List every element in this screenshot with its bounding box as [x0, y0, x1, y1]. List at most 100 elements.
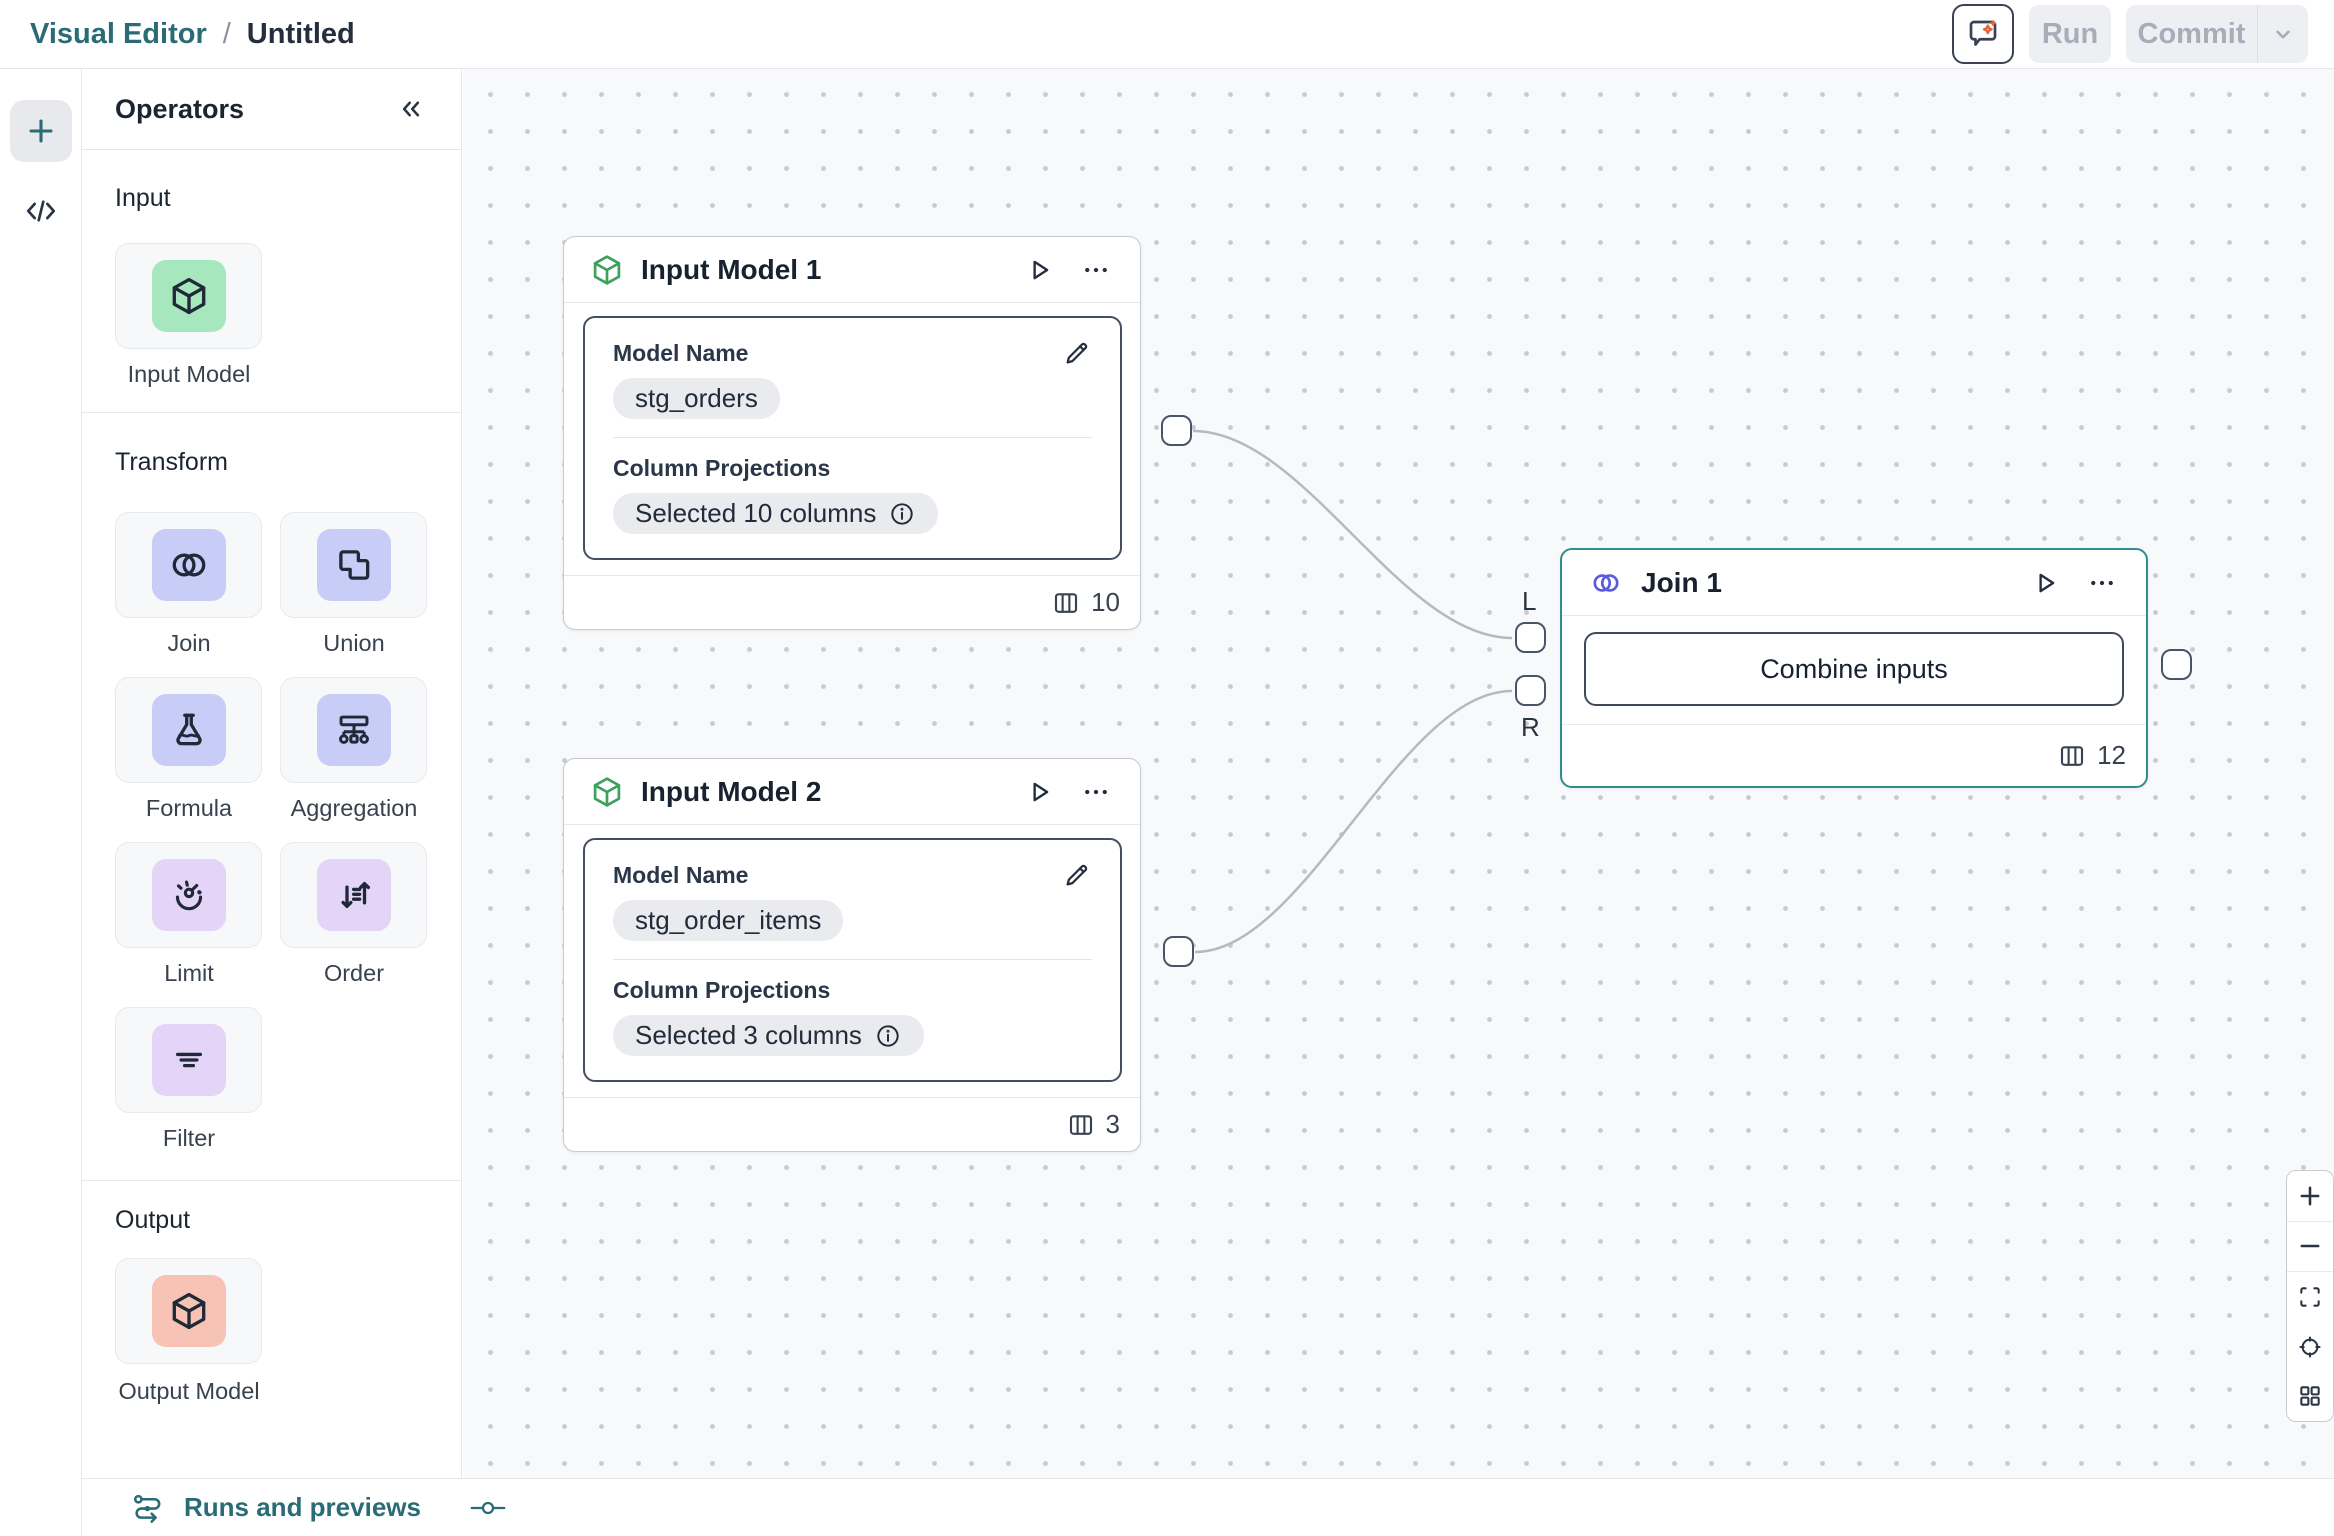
center-target-button[interactable]	[2287, 1322, 2333, 1372]
play-icon[interactable]	[1019, 250, 1059, 290]
cube-icon	[152, 1275, 226, 1347]
commit-dropdown-button[interactable]	[2258, 21, 2308, 47]
node-join-1[interactable]: Join 1 Combine inputs 12	[1560, 548, 2148, 788]
panel-resize-toggle-icon[interactable]	[467, 1494, 509, 1522]
column-projections-label: Column Projections	[613, 453, 830, 483]
more-menu-icon[interactable]	[1076, 250, 1116, 290]
run-button[interactable]: Run	[2029, 5, 2111, 63]
cube-icon	[590, 775, 624, 809]
page-title: Untitled	[247, 18, 355, 51]
info-icon[interactable]	[888, 500, 916, 528]
union-shapes-icon	[317, 529, 391, 601]
operator-filter[interactable]	[115, 1007, 262, 1113]
ai-assistant-button[interactable]	[1952, 4, 2014, 64]
header-actions: Run Commit	[1952, 4, 2308, 64]
section-divider	[82, 1180, 462, 1181]
join-circles-icon	[1588, 567, 1624, 599]
cube-icon	[152, 260, 226, 332]
zoom-in-button[interactable]	[2287, 1171, 2333, 1221]
operator-order[interactable]	[280, 842, 427, 948]
operator-join[interactable]	[115, 512, 262, 618]
operator-label: Formula	[109, 795, 269, 822]
info-icon[interactable]	[874, 1022, 902, 1050]
section-label-output: Output	[115, 1206, 190, 1235]
canvas-controls	[2286, 1170, 2334, 1422]
edit-pencil-icon[interactable]	[1062, 338, 1092, 368]
projections-row: Column Projections	[613, 453, 1092, 483]
operators-panel-title: Operators	[115, 94, 244, 125]
edit-pencil-icon[interactable]	[1062, 860, 1092, 890]
operator-label: Filter	[109, 1125, 269, 1152]
operator-input-model[interactable]	[115, 243, 262, 349]
collapse-panel-button[interactable]	[396, 94, 426, 124]
code-icon	[22, 194, 60, 228]
top-header: Visual Editor / Untitled Run Commi	[0, 0, 2334, 69]
node-header: Input Model 1	[564, 237, 1140, 303]
play-icon[interactable]	[1019, 772, 1059, 812]
commit-split-button: Commit	[2126, 5, 2308, 63]
operator-label: Output Model	[109, 1378, 269, 1405]
node-header: Join 1	[1562, 550, 2146, 616]
field-divider	[613, 437, 1092, 438]
node-input-model-1[interactable]: Input Model 1 Model Name	[563, 236, 1141, 630]
commit-button[interactable]: Commit	[2126, 18, 2257, 51]
node-title: Input Model 2	[641, 776, 1002, 808]
filter-lines-icon	[152, 1024, 226, 1096]
operator-label: Limit	[109, 960, 269, 987]
column-count: 10	[1091, 587, 1120, 618]
zoom-out-button[interactable]	[2287, 1222, 2333, 1272]
model-name-row: Model Name	[613, 338, 1092, 368]
model-name-label: Model Name	[613, 338, 748, 368]
column-projections-label: Column Projections	[613, 975, 830, 1005]
play-icon[interactable]	[2025, 563, 2065, 603]
projections-value: Selected 10 columns	[635, 498, 876, 529]
join-right-port-label: R	[1521, 712, 1540, 743]
minimap-grid-button[interactable]	[2287, 1371, 2333, 1421]
combine-inputs-button[interactable]: Combine inputs	[1584, 632, 2124, 706]
node-body: Combine inputs	[1562, 616, 2146, 724]
input-port-join-right[interactable]	[1515, 675, 1546, 706]
input-port-join-left[interactable]	[1515, 622, 1546, 653]
projections-value-pill[interactable]: Selected 10 columns	[613, 493, 938, 534]
visual-editor-app: Visual Editor / Untitled Run Commi	[0, 0, 2334, 1536]
column-count: 12	[2097, 740, 2126, 771]
operator-aggregation[interactable]	[280, 677, 427, 783]
column-count: 3	[1106, 1109, 1120, 1140]
code-view-button[interactable]	[21, 191, 61, 231]
section-label-transform: Transform	[115, 448, 228, 477]
node-config-card: Model Name stg_orders Column Projections	[583, 316, 1122, 560]
sparkle-chat-icon	[1965, 16, 2001, 52]
more-menu-icon[interactable]	[2082, 563, 2122, 603]
breadcrumb: Visual Editor / Untitled	[30, 18, 355, 51]
projections-row: Column Projections	[613, 975, 1092, 1005]
output-port-input-model-2[interactable]	[1163, 936, 1194, 967]
fit-view-button[interactable]	[2287, 1272, 2333, 1322]
columns-icon	[2057, 741, 2087, 771]
output-port-input-model-1[interactable]	[1161, 415, 1192, 446]
output-port-join[interactable]	[2161, 649, 2192, 680]
left-rail	[0, 69, 82, 1536]
node-config-card: Model Name stg_order_items Column Projec…	[583, 838, 1122, 1082]
breadcrumb-app-link[interactable]: Visual Editor	[30, 18, 207, 51]
node-input-model-2[interactable]: Input Model 2 Model Name	[563, 758, 1141, 1152]
node-footer: 12	[1562, 724, 2146, 786]
gauge-icon	[152, 859, 226, 931]
add-operator-button[interactable]	[10, 100, 72, 162]
model-name-value-pill[interactable]: stg_orders	[613, 378, 780, 419]
field-divider	[613, 959, 1092, 960]
model-name-value-pill[interactable]: stg_order_items	[613, 900, 843, 941]
projections-value-pill[interactable]: Selected 3 columns	[613, 1015, 924, 1056]
node-header: Input Model 2	[564, 759, 1140, 825]
operator-output-model[interactable]	[115, 1258, 262, 1364]
join-left-port-label: L	[1522, 586, 1536, 617]
runs-and-previews-label[interactable]: Runs and previews	[184, 1492, 421, 1523]
runs-and-previews-bar[interactable]: Runs and previews	[82, 1478, 2334, 1536]
operators-panel: Operators Input Input Model Transform	[82, 69, 462, 1478]
columns-icon	[1066, 1110, 1096, 1140]
more-menu-icon[interactable]	[1076, 772, 1116, 812]
operator-formula[interactable]	[115, 677, 262, 783]
operator-limit[interactable]	[115, 842, 262, 948]
runs-icon	[130, 1491, 166, 1525]
operator-union[interactable]	[280, 512, 427, 618]
node-body: Model Name stg_order_items Column Projec…	[564, 825, 1140, 1097]
